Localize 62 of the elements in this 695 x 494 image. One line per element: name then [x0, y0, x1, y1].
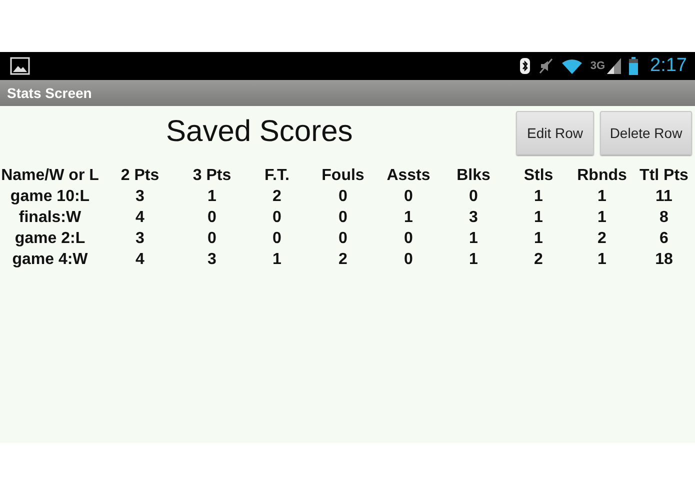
heading: Saved Scores	[166, 115, 353, 149]
table-cell-text: 1	[533, 208, 544, 228]
table-cell-text: 1	[596, 208, 608, 228]
table-cell-text: 4	[134, 208, 146, 228]
table-cell-text: 3	[206, 250, 218, 270]
column-header: Fouls	[320, 166, 366, 186]
column-header: 3 Pts	[192, 166, 232, 186]
table-cell-text: 1	[533, 229, 544, 249]
table-cell-text: 0	[468, 187, 479, 207]
column-header: F.T.	[264, 166, 290, 186]
table-cell-text: finals:W	[18, 208, 82, 228]
table-cell-text: 1	[596, 250, 608, 270]
table-cell-text: 0	[403, 229, 414, 249]
table-cell-text: 2	[533, 250, 544, 270]
table-cell-text: 8	[658, 208, 670, 228]
table-cell-text: 0	[272, 208, 282, 228]
table-cell-text: 1	[468, 229, 479, 249]
table-cell-text: 4	[134, 250, 146, 270]
column-header: Ttl Pts	[638, 166, 690, 186]
table-cell-text: game 4:W	[11, 250, 89, 270]
table-cell-text: 2	[338, 250, 348, 270]
table-cell-text: 0	[403, 250, 414, 270]
column-header: 2 Pts	[120, 166, 160, 186]
network-type: 3G	[590, 60, 606, 72]
table-cell-text: 2	[596, 229, 608, 249]
battery-icon	[629, 57, 638, 75]
table-cell-text: 2	[272, 187, 282, 207]
table-cell-text: game 2:L	[14, 229, 86, 249]
table-cell-text: 0	[272, 229, 282, 249]
wifi-icon	[562, 58, 582, 74]
clock: 2:17	[650, 55, 687, 77]
table-cell-text: 1	[206, 187, 218, 207]
column-header: Assts	[386, 166, 432, 186]
column-header: Blks	[456, 166, 492, 186]
table-cell-text: 18	[654, 250, 674, 270]
column-header: Stls	[522, 166, 554, 186]
table-cell-text: 3	[134, 187, 146, 207]
screen-title: Stats Screen	[7, 85, 92, 101]
table-cell-text: 1	[533, 187, 544, 207]
column-header: Rbnds	[576, 166, 628, 186]
delete-row-button[interactable]: Delete Row	[600, 111, 692, 155]
table-cell-text: 0	[338, 208, 348, 228]
table-cell-text: 1	[272, 250, 282, 270]
table-cell-text: 0	[206, 208, 218, 228]
table-cell-text: 3	[468, 208, 479, 228]
muted-speaker-icon	[538, 58, 554, 74]
table-cell-text: 1	[468, 250, 479, 270]
column-header: Name/W or L	[0, 166, 100, 186]
signal-icon	[607, 58, 622, 74]
bluetooth-icon	[520, 58, 530, 74]
table-cell-text: 0	[403, 187, 414, 207]
picture-icon	[10, 57, 30, 75]
table-cell-text: 1	[403, 208, 414, 228]
table-cell-text: 3	[134, 229, 146, 249]
table-cell-text: game 10:L	[9, 187, 91, 207]
table-cell-text: 1	[596, 187, 608, 207]
table-cell-text: 6	[658, 229, 670, 249]
table-cell-text: 11	[654, 187, 674, 207]
table-cell-text: 0	[338, 187, 348, 207]
table-cell-text: 0	[338, 229, 348, 249]
edit-row-button[interactable]: Edit Row	[516, 111, 594, 155]
table-cell-text: 0	[206, 229, 218, 249]
